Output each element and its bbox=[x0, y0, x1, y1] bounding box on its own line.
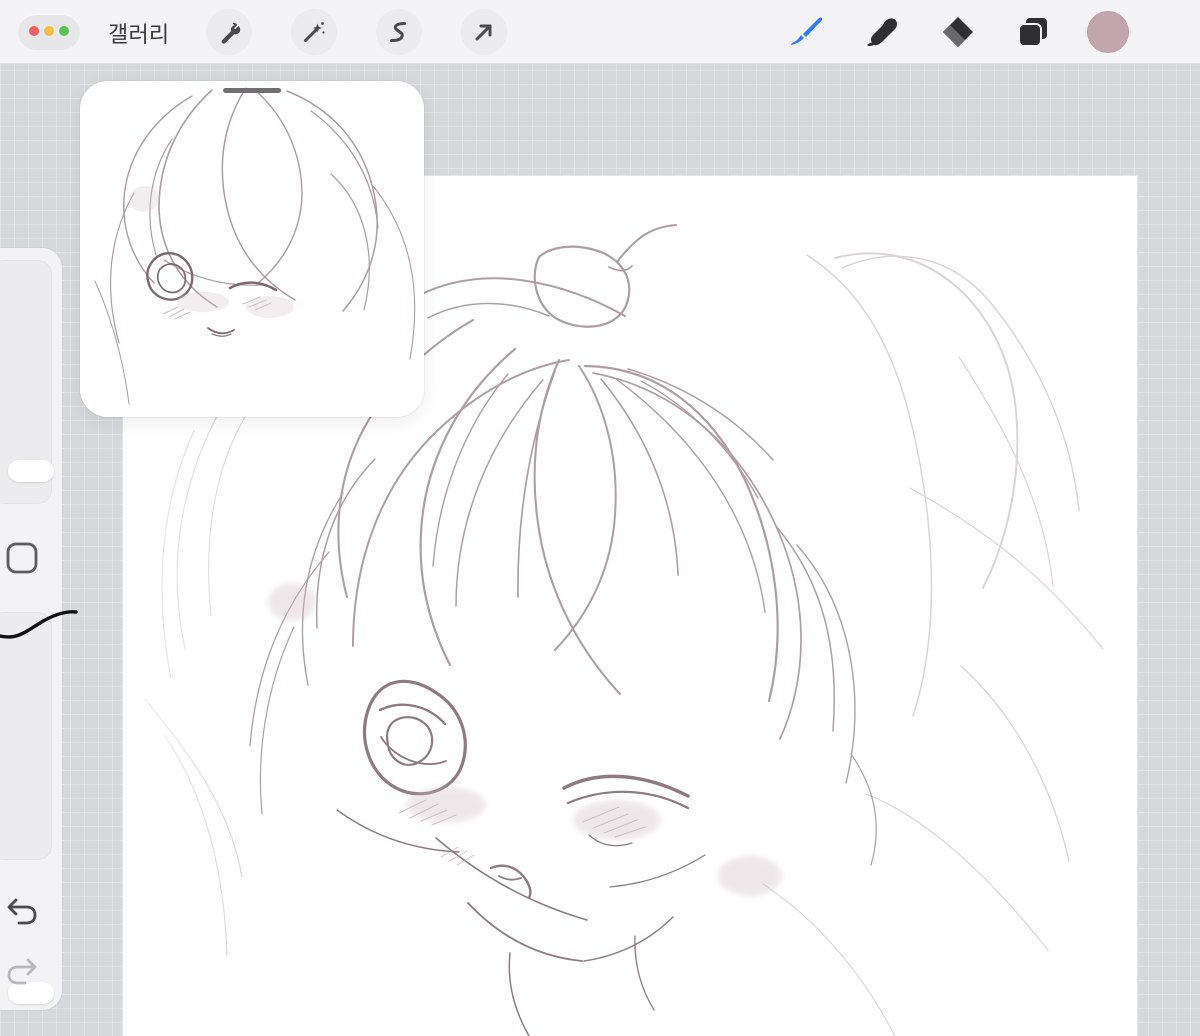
eraser-icon bbox=[943, 17, 973, 47]
gallery-button[interactable]: 갤러리 bbox=[108, 17, 169, 49]
brush-size-slider[interactable] bbox=[0, 260, 54, 504]
left-sidebar bbox=[0, 248, 62, 1010]
wrench-icon bbox=[221, 23, 241, 44]
procreate-workspace: 갤러리 bbox=[0, 0, 1200, 1036]
smudge-icon bbox=[867, 18, 897, 47]
brush-button[interactable] bbox=[781, 8, 829, 56]
adjustments-button[interactable] bbox=[291, 9, 337, 55]
close-window-dot[interactable] bbox=[29, 26, 39, 36]
color-swatch[interactable] bbox=[1087, 11, 1129, 53]
undo-icon bbox=[7, 898, 37, 925]
window-controls[interactable] bbox=[18, 14, 80, 50]
square-icon bbox=[6, 542, 38, 574]
arrow-icon bbox=[475, 24, 492, 41]
opacity-slider[interactable] bbox=[0, 612, 54, 1004]
wrench-button[interactable] bbox=[206, 9, 252, 55]
layers-icon bbox=[1018, 18, 1047, 47]
modify-button[interactable] bbox=[0, 536, 44, 580]
minimize-window-dot[interactable] bbox=[44, 26, 54, 36]
undo-button[interactable] bbox=[0, 886, 44, 930]
redo-button[interactable] bbox=[0, 946, 44, 990]
smudge-button[interactable] bbox=[857, 8, 905, 56]
maximize-window-dot[interactable] bbox=[59, 26, 69, 36]
eraser-button[interactable] bbox=[934, 8, 982, 56]
brush-icon bbox=[791, 17, 823, 45]
magic-wand-icon bbox=[304, 22, 325, 42]
reference-thumbnail bbox=[80, 81, 424, 417]
brush-size-thumb[interactable] bbox=[8, 460, 54, 482]
reference-drag-handle[interactable] bbox=[223, 88, 281, 93]
redo-icon bbox=[7, 958, 37, 985]
selection-button[interactable] bbox=[376, 9, 422, 55]
layers-button[interactable] bbox=[1009, 8, 1057, 56]
transform-button[interactable] bbox=[461, 9, 507, 55]
top-toolbar: 갤러리 bbox=[0, 0, 1200, 64]
selection-icon bbox=[390, 22, 406, 42]
reference-preview[interactable] bbox=[80, 81, 424, 417]
